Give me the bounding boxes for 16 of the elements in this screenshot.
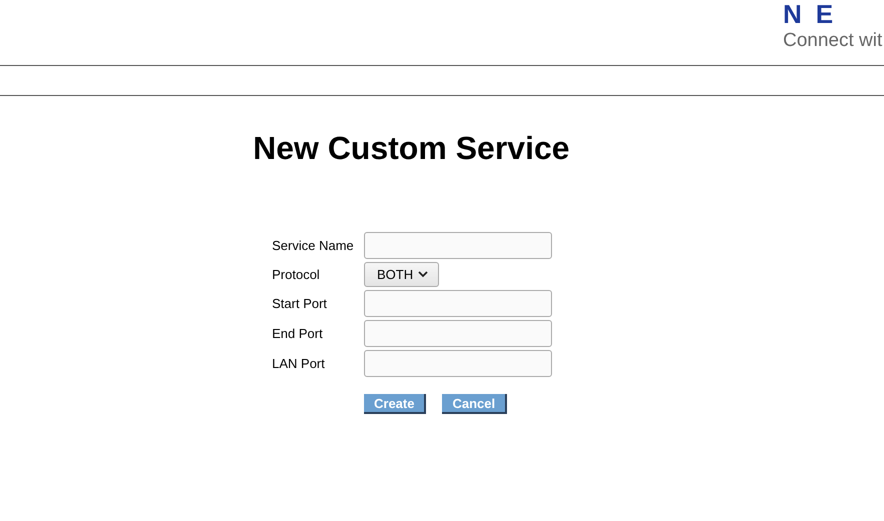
cancel-button[interactable]: Cancel [442,394,508,414]
input-field[interactable] [364,232,552,259]
field-label: End Port [272,326,324,341]
field-label: Start Port [272,296,328,311]
field-label: Protocol [272,267,321,282]
create-button[interactable]: Create [364,394,426,414]
input-field[interactable] [364,320,552,347]
input-field[interactable] [364,350,552,377]
logo-tagline: Connect wit [783,30,882,52]
protocol-select[interactable]: BOTH [364,262,440,287]
field-label: LAN Port [272,356,326,371]
logo-wordmark: NE [783,0,848,28]
field-label: Service Name [272,238,355,253]
page-title: New Custom Service [253,129,571,167]
chevron-down-icon [418,271,428,278]
input-field[interactable] [364,290,552,317]
